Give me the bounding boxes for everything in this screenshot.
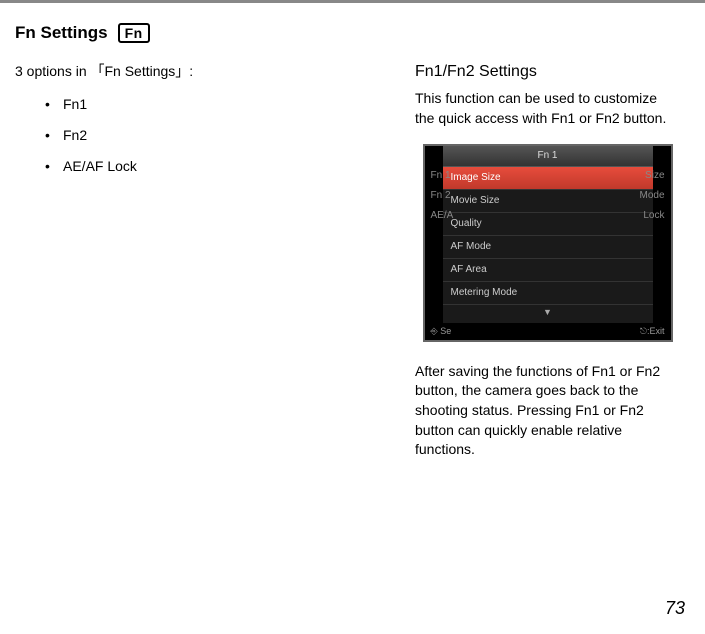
bg-label-left: Fn 1: [431, 169, 451, 183]
bg-label-right: Mode: [639, 189, 664, 203]
bg-row: Fn 1 Size: [425, 166, 671, 186]
bottom-left-label: ⎆ Se: [431, 325, 452, 338]
chevron-down-icon: ▼: [443, 305, 653, 320]
left-column: 3 options in 「Fn Settings」: Fn1 Fn2 AE/A…: [15, 61, 395, 460]
list-item: AE/AF Lock: [45, 156, 395, 177]
options-list: Fn1 Fn2 AE/AF Lock: [15, 94, 395, 177]
bg-label-right: Size: [645, 169, 664, 183]
bg-label-left: AE/A: [431, 209, 454, 223]
columns: 3 options in 「Fn Settings」: Fn1 Fn2 AE/A…: [15, 61, 680, 460]
heading-row: Fn Settings Fn: [15, 23, 680, 43]
right-column: Fn1/Fn2 Settings This function can be us…: [415, 61, 680, 460]
subheading: Fn1/Fn2 Settings: [415, 61, 680, 83]
heading-title: Fn Settings: [15, 23, 108, 43]
menu-title: Fn 1: [443, 146, 653, 167]
menu-item: AF Mode: [443, 236, 653, 259]
after-description: After saving the functions of Fn1 or Fn2…: [415, 362, 680, 460]
options-intro: 3 options in 「Fn Settings」:: [15, 61, 395, 82]
menu-overlay: Fn 1 Size Fn 2 Mode AE/A Lock Fn 1: [425, 146, 671, 340]
page-content: Fn Settings Fn 3 options in 「Fn Settings…: [0, 3, 705, 460]
fn-badge: Fn: [118, 23, 150, 43]
camera-menu-screenshot: Fn 1 Size Fn 2 Mode AE/A Lock Fn 1: [423, 144, 673, 342]
background-rows: Fn 1 Size Fn 2 Mode AE/A Lock: [425, 166, 671, 226]
bg-label-right: Lock: [643, 209, 664, 223]
description: This function can be used to customize t…: [415, 89, 680, 128]
page-number: 73: [665, 598, 685, 619]
menu-item: AF Area: [443, 259, 653, 282]
bg-row: Fn 2 Mode: [425, 186, 671, 206]
bottom-right-label: ⎋:Exit: [640, 325, 665, 338]
list-item: Fn2: [45, 125, 395, 146]
bg-row: AE/A Lock: [425, 206, 671, 226]
bg-label-left: Fn 2: [431, 189, 451, 203]
menu-bottom-bar: ⎆ Se ⎋:Exit: [425, 323, 671, 340]
list-item: Fn1: [45, 94, 395, 115]
menu-item: Metering Mode: [443, 282, 653, 305]
